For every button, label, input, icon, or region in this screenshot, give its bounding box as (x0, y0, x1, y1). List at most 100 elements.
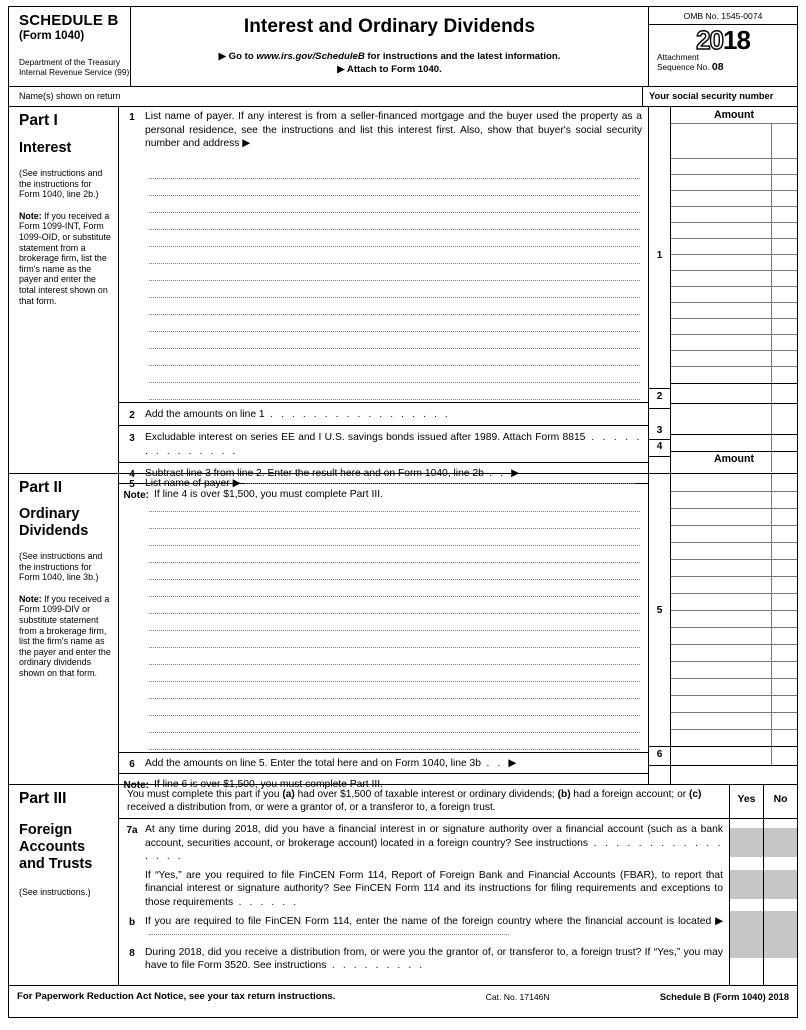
box-number-3: 3 (649, 408, 670, 439)
line-5-number: 5 (129, 479, 135, 490)
ssn-field-label[interactable]: Your social security number (643, 87, 797, 106)
entry-line[interactable] (149, 699, 640, 716)
entry-line[interactable] (149, 315, 640, 332)
line-7a-sub-row: If “Yes,” are you required to file FinCE… (119, 864, 729, 910)
part-2-note-text: If you received a Form 1099-DIV or subst… (19, 593, 111, 678)
entry-line[interactable] (149, 597, 640, 614)
amount-cell[interactable] (671, 335, 797, 351)
amount-cell[interactable] (671, 713, 797, 730)
entry-line[interactable] (149, 563, 640, 580)
entry-line[interactable] (149, 264, 640, 281)
header-center-block: Interest and Ordinary Dividends ▶ Go to … (131, 7, 649, 86)
entry-line[interactable] (149, 495, 640, 512)
entry-line[interactable] (149, 512, 640, 529)
tax-year-suffix: 18 (723, 25, 751, 55)
box-number-4: 4 (649, 439, 670, 456)
catalog-number: Cat. No. 17146N (485, 991, 550, 1002)
entry-line[interactable] (149, 366, 640, 383)
name-field-label[interactable]: Name(s) shown on return (9, 87, 643, 106)
goto-url[interactable]: www.irs.gov/ScheduleB (256, 51, 364, 62)
entry-line[interactable] (149, 196, 640, 213)
name-ssn-row: Name(s) shown on return Your social secu… (9, 87, 797, 107)
part-1-content: 1 List name of payer. If any interest is… (119, 107, 649, 501)
amount-cell[interactable] (671, 560, 797, 577)
amount-cell[interactable] (671, 319, 797, 335)
entry-line[interactable] (149, 682, 640, 699)
entry-line[interactable] (149, 614, 640, 631)
part-1-section: Part I Interest (See instructions and th… (9, 107, 797, 501)
amount-cell-line-4[interactable] (671, 435, 797, 452)
entry-line[interactable] (149, 349, 640, 366)
entry-line[interactable] (149, 733, 640, 750)
entry-line[interactable] (149, 529, 640, 546)
amount-cell[interactable] (671, 662, 797, 679)
form-header: SCHEDULE B (Form 1040) Department of the… (9, 7, 797, 87)
amount-cell[interactable] (671, 730, 797, 747)
line-6-text: Add the amounts on line 5. Enter the tot… (145, 757, 517, 769)
amount-cell[interactable] (671, 239, 797, 255)
amount-cell[interactable] (671, 124, 797, 159)
amount-cell[interactable] (671, 351, 797, 367)
entry-line[interactable] (149, 162, 640, 179)
entry-line[interactable] (149, 247, 640, 264)
box-number-5: 5 (656, 604, 663, 616)
amount-cell[interactable] (671, 679, 797, 696)
entry-line[interactable] (149, 546, 640, 563)
amount-cell[interactable] (671, 492, 797, 509)
entry-line[interactable] (149, 298, 640, 315)
amount-cell[interactable] (671, 223, 797, 239)
entry-line[interactable] (149, 648, 640, 665)
amount-cell[interactable] (671, 159, 797, 175)
amount-cell[interactable] (671, 645, 797, 662)
part-3-intro: You must complete this part if you (a) h… (119, 785, 729, 819)
entry-line[interactable] (149, 383, 640, 400)
dot-leader: . . . . . . . . . . . . . . . . . (264, 408, 451, 420)
yes-checkbox-7a[interactable] (730, 828, 763, 857)
amount-cell[interactable] (671, 207, 797, 223)
amount-cell[interactable] (671, 175, 797, 191)
part-2-note-label: Note: (19, 593, 42, 604)
line-1-entry-lines (119, 162, 648, 400)
amount-cell[interactable] (671, 367, 797, 384)
amount-entry-grid-2 (671, 474, 797, 766)
entry-line[interactable] (149, 716, 640, 733)
entry-line[interactable] (149, 230, 640, 247)
line-7b-entry-line[interactable] (149, 934, 509, 936)
amount-cell[interactable] (671, 287, 797, 303)
sequence-label: Sequence No. (657, 61, 712, 72)
no-checkbox-7b-8[interactable] (764, 911, 797, 958)
amount-cell[interactable] (671, 271, 797, 287)
amount-cell[interactable] (671, 509, 797, 526)
amount-cell-line-2[interactable] (671, 384, 797, 404)
amount-cell[interactable] (671, 594, 797, 611)
part-1-amount-column: Amount Amount (671, 107, 797, 473)
no-checkbox-7a[interactable] (764, 828, 797, 857)
amount-cell[interactable] (671, 255, 797, 271)
amount-cell[interactable] (671, 474, 797, 492)
amount-cell[interactable] (671, 543, 797, 560)
amount-cell-line-3[interactable] (671, 404, 797, 435)
amount-cell-line-6[interactable] (671, 747, 797, 766)
yes-checkbox-7a-sub[interactable] (730, 870, 763, 899)
amount-cell[interactable] (671, 577, 797, 594)
entry-line[interactable] (149, 580, 640, 597)
entry-line[interactable] (149, 281, 640, 298)
amount-cell[interactable] (671, 191, 797, 207)
line-2-text: Add the amounts on line 1 . . . . . . . … (145, 408, 451, 420)
entry-line[interactable] (149, 332, 640, 349)
yes-checkbox-7b-8[interactable] (730, 911, 763, 958)
part-1-see-instructions: (See instructions and the instructions f… (19, 168, 103, 200)
form-footer: For Paperwork Reduction Act Notice, see … (9, 985, 797, 1007)
amount-cell[interactable] (671, 628, 797, 645)
amount-cell[interactable] (671, 526, 797, 543)
goto-suffix: for instructions and the latest informat… (364, 51, 561, 62)
entry-line[interactable] (149, 665, 640, 682)
amount-cell[interactable] (671, 303, 797, 319)
entry-line[interactable] (149, 631, 640, 648)
entry-line[interactable] (149, 179, 640, 196)
entry-line[interactable] (149, 213, 640, 230)
line-5-entry-line[interactable] (244, 483, 635, 484)
no-checkbox-7a-sub[interactable] (764, 870, 797, 899)
amount-cell[interactable] (671, 696, 797, 713)
amount-cell[interactable] (671, 611, 797, 628)
